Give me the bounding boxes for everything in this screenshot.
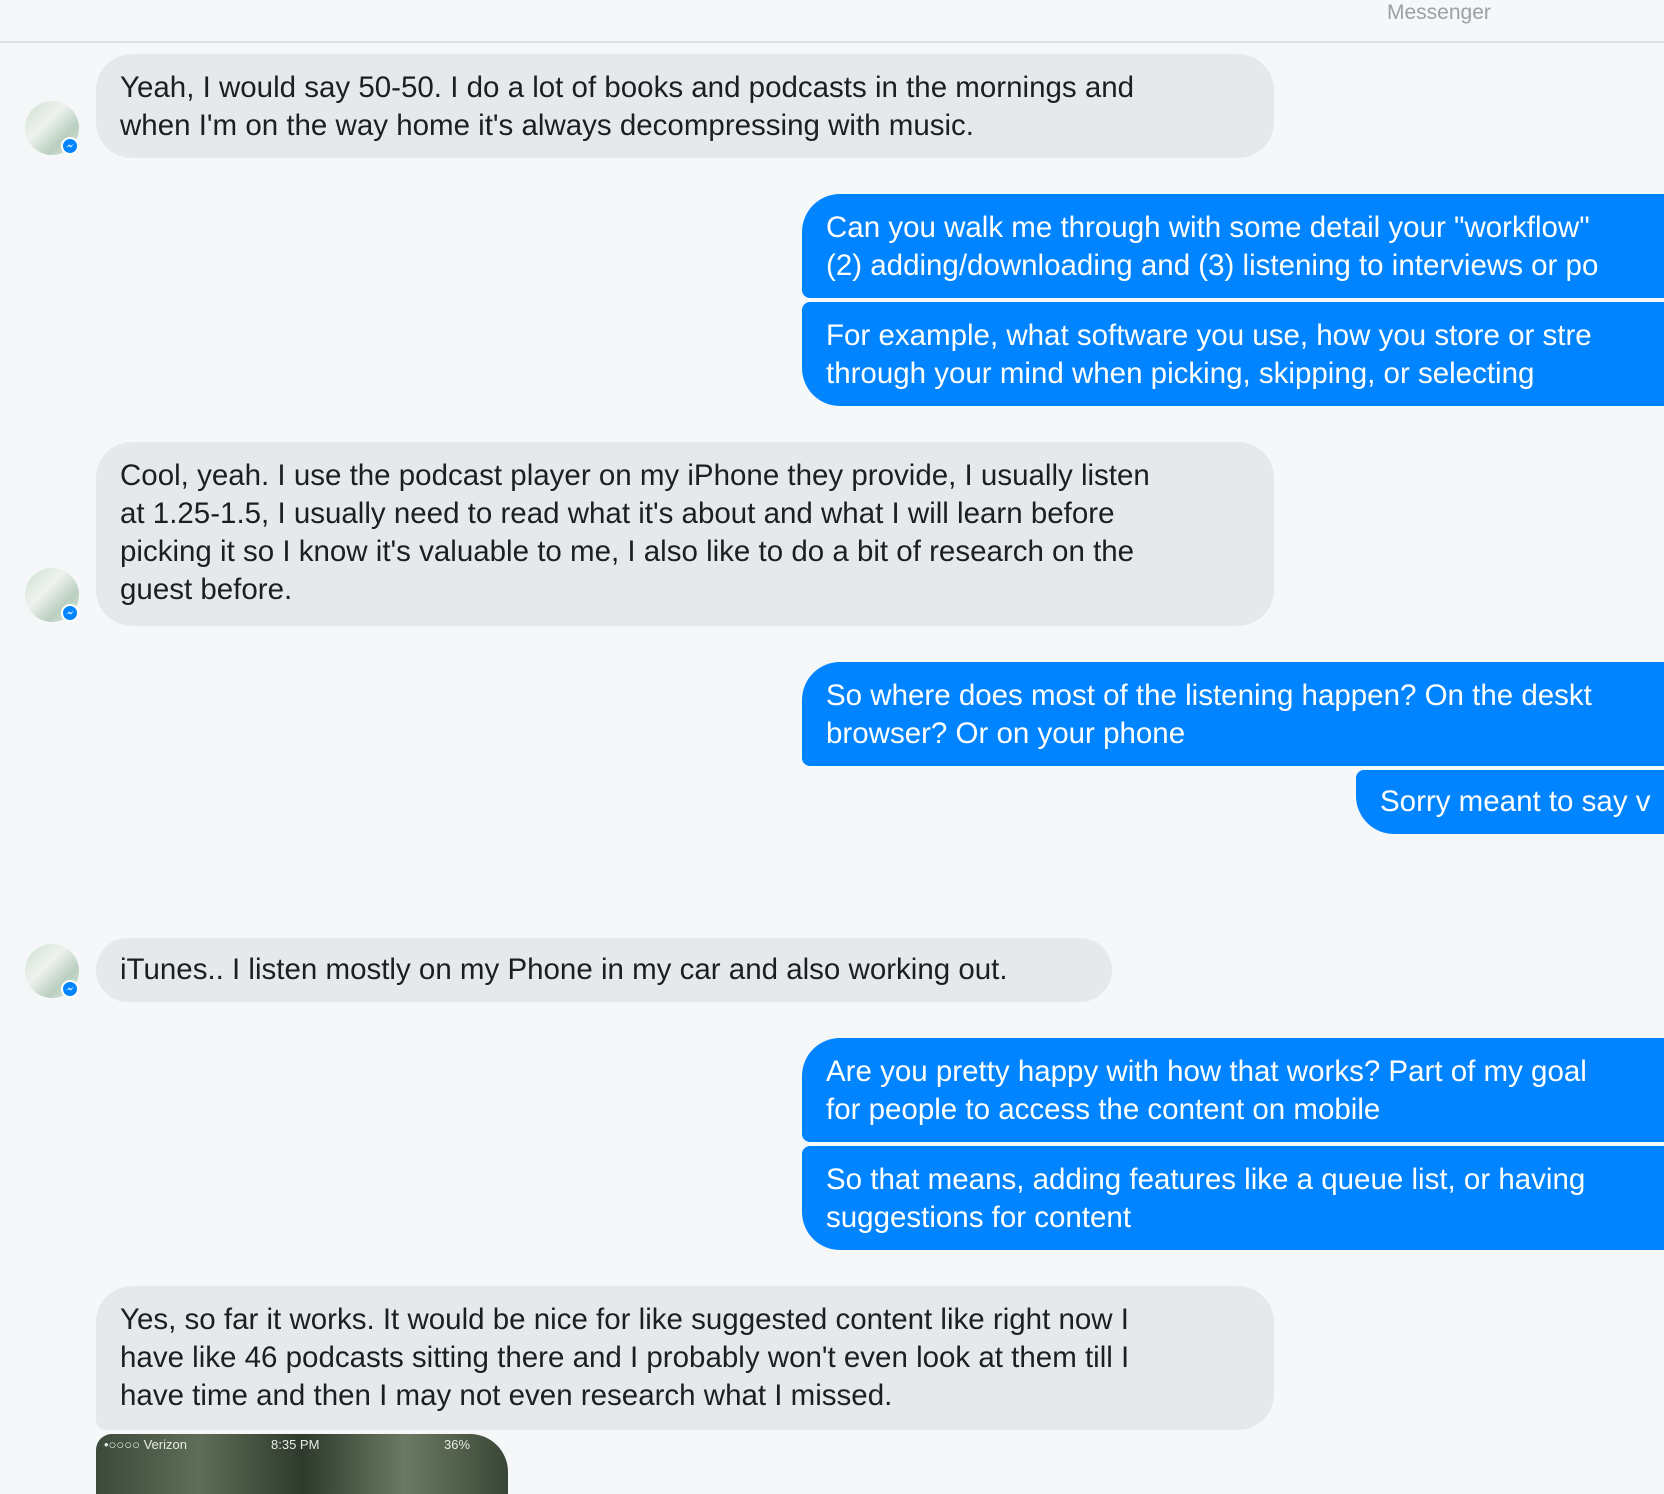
message-line: iTunes.. I listen mostly on my Phone in … [120,953,1008,986]
message-line: Cool, yeah. I use the podcast player on … [120,459,1150,492]
message-line: at 1.25-1.5, I usually need to read what… [120,497,1115,530]
conversation-header: Messenger [0,0,1664,43]
message-line: have like 46 podcasts sitting there and … [120,1341,1130,1374]
message-line: So where does most of the listening happ… [826,679,1592,712]
phone-status-bar: •○○○○ Verizon 8:35 PM 36% [96,1434,508,1456]
message-bubble-outgoing[interactable]: So where does most of the listening happ… [802,662,1664,766]
message-line: picking it so I know it's valuable to me… [120,535,1135,568]
message-bubble-incoming[interactable]: iTunes.. I listen mostly on my Phone in … [96,938,1112,1002]
message-line: Can you walk me through with some detail… [826,211,1590,244]
message-line: guest before. [120,573,293,606]
message-line: Yes, so far it works. It would be nice f… [120,1303,1129,1336]
contact-avatar[interactable] [25,568,79,622]
message-bubble-outgoing[interactable]: Can you walk me through with some detail… [802,194,1664,298]
message-line: For example, what software you use, how … [826,319,1592,352]
contact-avatar[interactable] [25,944,79,998]
message-line: through your mind when picking, skipping… [826,357,1535,390]
message-bubble-incoming[interactable]: Yes, so far it works. It would be nice f… [96,1286,1274,1430]
message-line: when I'm on the way home it's always dec… [120,109,975,142]
app-title: Messenger [1387,1,1491,24]
status-time: 8:35 PM [271,1437,320,1452]
messenger-badge-icon [61,604,79,622]
message-bubble-outgoing[interactable]: For example, what software you use, how … [802,302,1664,406]
message-line: Sorry meant to say v [1380,785,1651,818]
status-carrier: •○○○○ Verizon [104,1437,187,1452]
message-line: Yeah, I would say 50-50. I do a lot of b… [120,71,1135,104]
contact-avatar[interactable] [25,101,79,155]
message-line: (2) adding/downloading and (3) listening… [826,249,1599,282]
message-line: for people to access the content on mobi… [826,1093,1381,1126]
attached-screenshot-image[interactable]: •○○○○ Verizon 8:35 PM 36% [96,1434,508,1494]
status-battery: 36% [444,1437,471,1452]
message-line: Are you pretty happy with how that works… [826,1055,1587,1088]
message-bubble-incoming[interactable]: Yeah, I would say 50-50. I do a lot of b… [96,54,1274,158]
message-line: suggestions for content [826,1201,1132,1234]
message-bubble-outgoing[interactable]: So that means, adding features like a qu… [802,1146,1664,1250]
message-line: So that means, adding features like a qu… [826,1163,1586,1196]
message-bubble-outgoing[interactable]: Are you pretty happy with how that works… [802,1038,1664,1142]
messenger-badge-icon [61,980,79,998]
messenger-badge-icon [61,137,79,155]
message-line: have time and then I may not even resear… [120,1379,893,1412]
message-bubble-incoming[interactable]: Cool, yeah. I use the podcast player on … [96,442,1274,626]
message-line: browser? Or on your phone [826,717,1186,750]
message-bubble-outgoing[interactable]: Sorry meant to say v [1356,770,1664,834]
